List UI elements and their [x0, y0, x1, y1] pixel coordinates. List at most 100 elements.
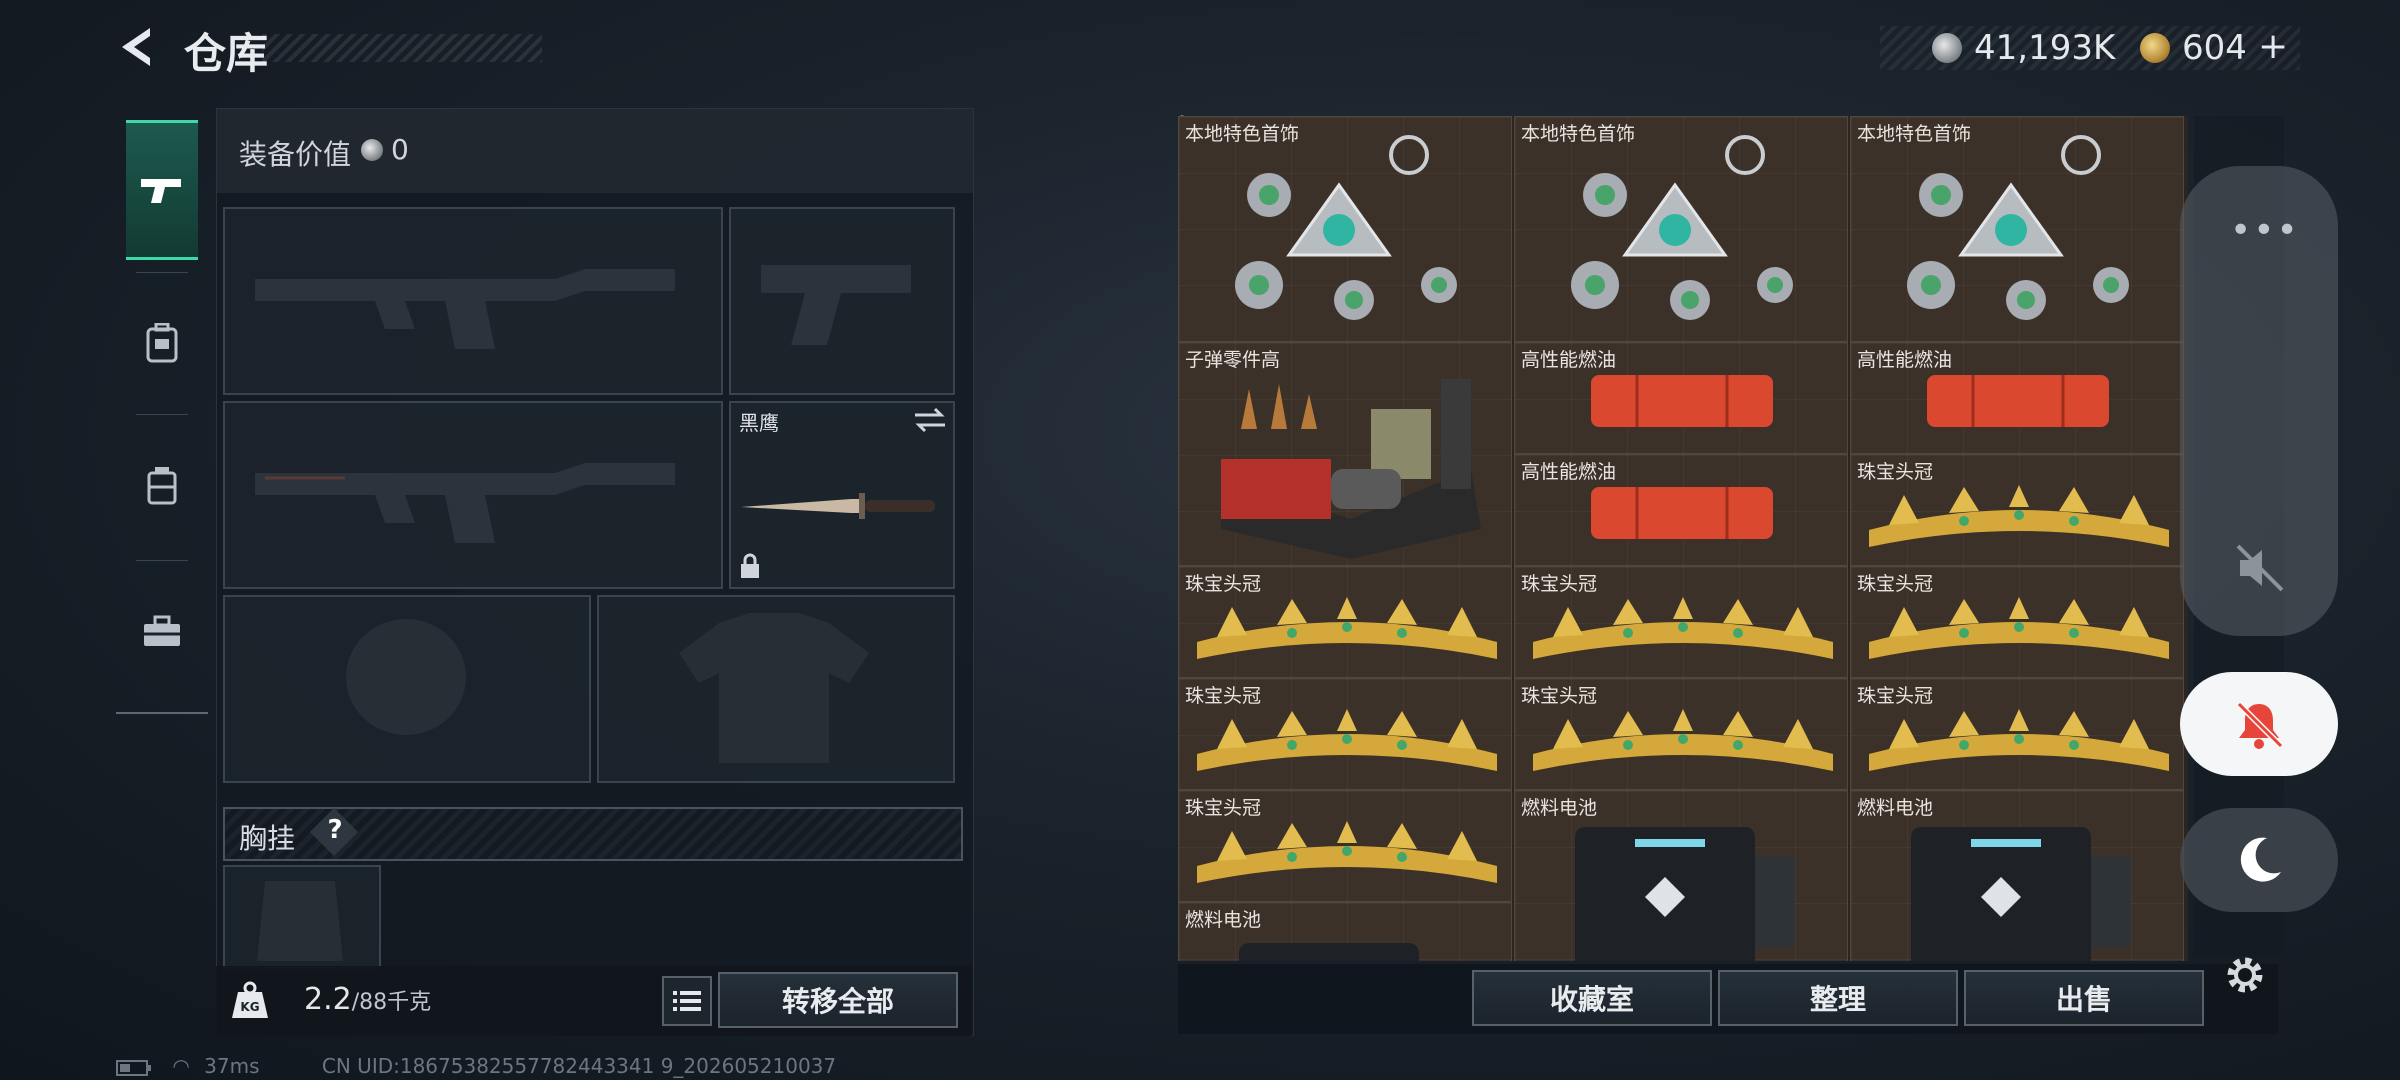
chest-rig-slot[interactable] [223, 865, 381, 969]
collection-room-button[interactable]: 收藏室 [1472, 970, 1712, 1026]
rifle-silhouette-icon [255, 463, 675, 543]
amulet-icon [1235, 135, 1457, 320]
fuel-canister-icon [1591, 487, 1773, 539]
grid-item-amulet[interactable]: 本地特色首饰 [1514, 116, 1848, 342]
armor-slot[interactable] [597, 595, 955, 783]
ammo-kit-icon [1221, 379, 1481, 559]
grid-item-amulet[interactable]: 本地特色首饰 [1178, 116, 1512, 342]
equipment-value-label: 装备价值 [239, 138, 352, 171]
equipment-value: 0 [391, 133, 409, 166]
grid-item-ammo-kit[interactable]: 子弹零件高 [1178, 342, 1512, 566]
tab-toolbox[interactable] [126, 564, 198, 698]
equipment-value-header: 装备价值 0 [217, 109, 973, 193]
chest-rig-header: 胸挂 ? [223, 807, 963, 861]
fuel-canister-icon [1591, 375, 1773, 427]
fuel-canister-icon [1927, 375, 2109, 427]
tab-chest-rig[interactable] [126, 418, 198, 552]
pistol-silhouette-icon [761, 265, 911, 345]
primary-weapon-slot[interactable] [223, 207, 723, 395]
tab-weapons[interactable] [126, 120, 198, 260]
amulet-icon [1571, 135, 1793, 320]
helmet-slot[interactable] [223, 595, 591, 783]
knife-icon [741, 493, 935, 519]
add-currency-button[interactable]: + [2258, 26, 2288, 67]
back-arrow-icon[interactable] [112, 22, 162, 72]
svg-text:KG: KG [240, 1000, 259, 1014]
page-title: 仓库 [184, 29, 269, 78]
title-decoration [262, 34, 542, 62]
melee-name: 黑鹰 [739, 411, 779, 435]
tiara-icon [1197, 597, 1497, 659]
warehouse-grid: 本地特色首饰 本地特色首饰 本地特色首饰 子弹零件高 高性能燃油 高性能燃油 高… [1178, 116, 2188, 961]
more-icon[interactable]: ••• [2230, 210, 2300, 251]
grid-item-tiara[interactable]: 珠宝头冠 [1178, 790, 1512, 902]
bell-off-icon [2236, 701, 2284, 749]
grid-item-amulet[interactable]: 本地特色首饰 [1850, 116, 2184, 342]
chest-rig-silhouette-icon [257, 881, 343, 961]
amulet-icon [1907, 135, 2129, 320]
dark-mode-toggle[interactable] [2180, 808, 2338, 912]
equipment-panel: 装备价值 0 黑鹰 胸挂 ? [216, 108, 1185, 1036]
gear-icon[interactable] [2222, 952, 2268, 998]
silver-coin-icon [1932, 33, 1962, 63]
grid-item-tiara[interactable]: 珠宝头冠 [1850, 566, 2184, 678]
weight-icon: KG [232, 981, 268, 1018]
tiara-icon [1533, 597, 1833, 659]
backpack-icon [146, 323, 178, 363]
armor-silhouette-icon [679, 613, 869, 763]
transfer-all-button[interactable]: 转移全部 [718, 972, 958, 1028]
silver-amount: 41,193K [1974, 28, 2116, 68]
grid-item-battery[interactable]: 燃料电池 [1514, 790, 1848, 961]
value-coin-icon [361, 139, 383, 161]
melee-slot[interactable]: 黑鹰 [729, 401, 955, 589]
grid-item-fuel[interactable]: 高性能燃油 [1514, 454, 1848, 566]
gold-coin-icon [2140, 33, 2170, 63]
currency-bar: 41,193K 604 + [1880, 26, 2300, 70]
tiara-icon [1869, 485, 2169, 547]
chest-rig-label: 胸挂 [239, 822, 296, 855]
grid-item-fuel[interactable]: 高性能燃油 [1850, 342, 2184, 454]
battery-icon [116, 1059, 151, 1076]
grid-item-battery[interactable]: 燃料电池 [1850, 790, 2184, 961]
organize-button[interactable]: 整理 [1718, 970, 1958, 1026]
swap-icon[interactable] [913, 407, 947, 433]
fuel-cell-icon [1911, 827, 2131, 961]
fuel-cell-icon [1239, 943, 1419, 961]
inventory-footer: KG 2.2/88千克 转移全部 [216, 966, 972, 1036]
notification-toggle[interactable] [2180, 672, 2338, 776]
grid-item-tiara[interactable]: 珠宝头冠 [1514, 678, 1848, 790]
tiara-icon [1533, 709, 1833, 771]
tiara-icon [1869, 709, 2169, 771]
tiara-icon [1197, 709, 1497, 771]
tab-helmet-armor[interactable] [126, 276, 198, 410]
sidearm-slot[interactable] [729, 207, 955, 395]
max-weight: /88千克 [351, 990, 432, 1015]
lock-icon [741, 553, 759, 578]
moon-icon [2240, 837, 2281, 882]
chest-rig-icon [147, 467, 177, 505]
tiara-icon [1869, 597, 2169, 659]
helmet-silhouette-icon [346, 619, 466, 735]
current-weight: 2.2 [304, 982, 352, 1017]
grid-item-tiara[interactable]: 珠宝头冠 [1514, 566, 1848, 678]
secondary-weapon-slot[interactable] [223, 401, 723, 589]
wifi-icon: ◠ [172, 1054, 190, 1078]
sell-button[interactable]: 出售 [1964, 970, 2204, 1026]
fuel-cell-icon [1575, 827, 1795, 961]
grid-item-fuel[interactable]: 高性能燃油 [1514, 342, 1848, 454]
weight-readout: 2.2/88千克 [304, 982, 431, 1017]
tiara-icon [1197, 821, 1497, 883]
list-view-button[interactable] [662, 976, 712, 1026]
list-icon [673, 991, 701, 1011]
grid-item-tiara[interactable]: 珠宝头冠 [1178, 678, 1512, 790]
help-button[interactable]: ? [319, 815, 351, 845]
grid-item-battery[interactable]: 燃料电池 [1178, 902, 1512, 961]
user-uid: CN UID:18675382557782443341 9_2026052100… [321, 1054, 837, 1078]
grid-item-tiara[interactable]: 珠宝头冠 [1850, 454, 2184, 566]
grid-item-tiara[interactable]: 珠宝头冠 [1178, 566, 1512, 678]
grid-item-tiara[interactable]: 珠宝头冠 [1850, 678, 2184, 790]
pistol-icon [141, 179, 181, 203]
ping: 37ms [204, 1054, 260, 1078]
gold-amount: 604 [2182, 28, 2247, 68]
mute-speaker-icon[interactable] [2232, 540, 2288, 596]
